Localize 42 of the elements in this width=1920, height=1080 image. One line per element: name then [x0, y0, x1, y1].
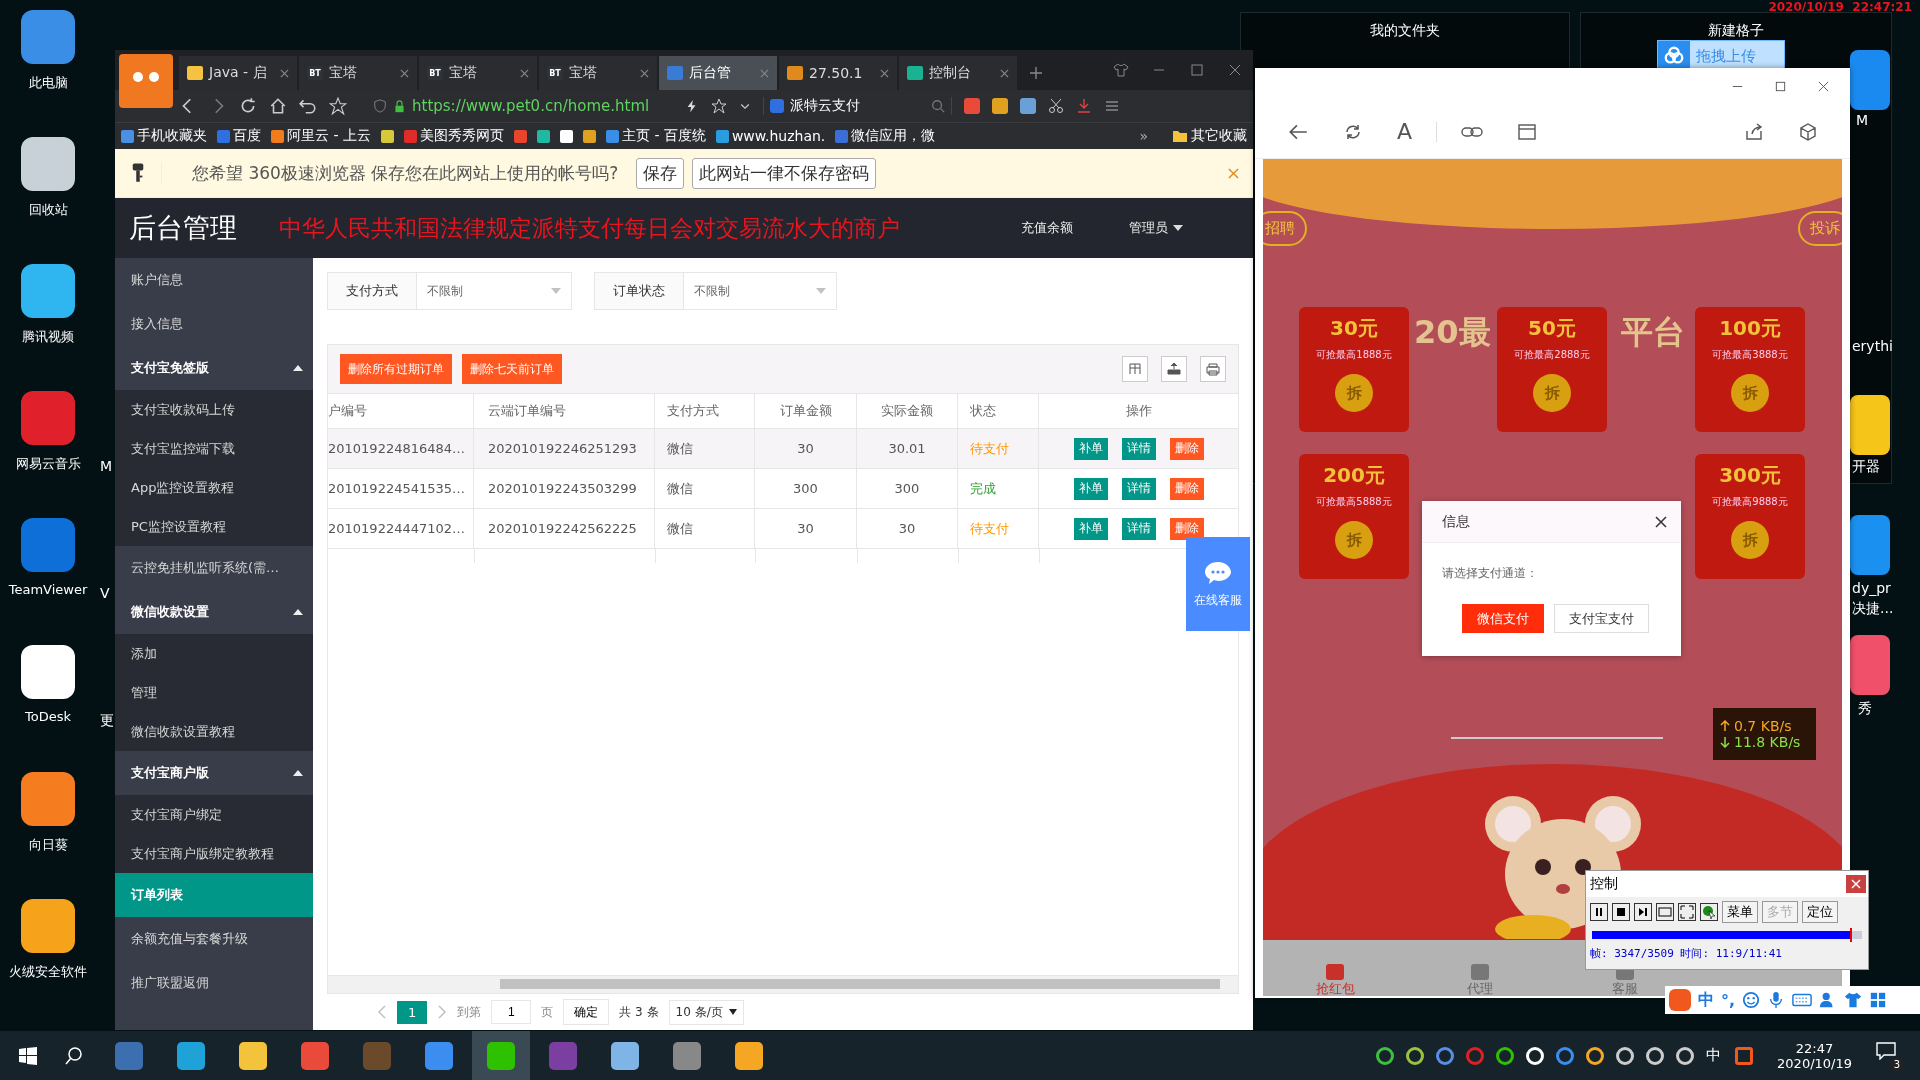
- column-header: 支付方式: [655, 394, 755, 428]
- table-cell: 300: [755, 469, 857, 508]
- status-cell: 完成: [958, 469, 1039, 508]
- table-cell: 201019224816484…: [328, 429, 474, 468]
- table-cell: 微信: [655, 509, 755, 548]
- total-count: 共 3 条: [619, 1003, 659, 1021]
- table-cell: 30: [857, 509, 958, 548]
- frame-status: 帧: 3347/3509 时间: 11:9/11:41: [1589, 946, 1783, 961]
- column-header: 状态: [958, 394, 1039, 428]
- upload-speed: 0.7 KB/s: [1734, 718, 1792, 734]
- goto-label: 到第: [457, 1003, 482, 1021]
- table-cell: 30: [755, 429, 857, 468]
- table-cell: 300: [857, 469, 958, 508]
- download-speed: 11.8 KB/s: [1734, 734, 1801, 750]
- status-cell: 待支付: [958, 509, 1039, 548]
- table-cell: 201019224541535…: [328, 469, 474, 508]
- panel-title: 我的文件夹: [1370, 21, 1440, 39]
- column-header: 订单金额: [755, 394, 857, 428]
- app-title: 后台管理: [128, 211, 238, 245]
- dialog-title: 信息: [1442, 512, 1470, 531]
- table-cell: 30.01: [857, 429, 958, 468]
- page-unit: 页: [541, 1003, 554, 1021]
- table-cell: 201019224447102…: [328, 509, 474, 548]
- column-header: 实际金额: [857, 394, 958, 428]
- table-cell: 202010192246251293: [474, 429, 655, 468]
- dialog-message: 请选择支付通道：: [1441, 565, 1539, 582]
- table-cell: 202010192243503299: [474, 469, 655, 508]
- table-cell: 30: [755, 509, 857, 548]
- banner-text: 20最: [1414, 312, 1491, 353]
- timestamp-overlay: 2020/10/19 22:47:21: [1768, 0, 1912, 14]
- panel-title: 新建格子: [1708, 21, 1764, 39]
- table-cell: 微信: [655, 429, 755, 468]
- window-title: 控制: [1590, 875, 1618, 893]
- column-header: 云端订单编号: [474, 394, 655, 428]
- banner-text: 平台: [1621, 312, 1685, 353]
- column-header: 操作: [1124, 402, 1153, 420]
- save-password-prompt: 您希望 360极速浏览器 保存您在此网站上使用的帐号吗?: [192, 161, 619, 185]
- status-cell: 待支付: [958, 429, 1039, 468]
- scrolling-notice: 中华人民共和国法律规定派特支付每日会对交易流水大的商户: [279, 213, 901, 243]
- column-header: 户编号: [328, 394, 474, 428]
- table-cell: 202010192242562225: [474, 509, 655, 548]
- table-cell: 微信: [655, 469, 755, 508]
